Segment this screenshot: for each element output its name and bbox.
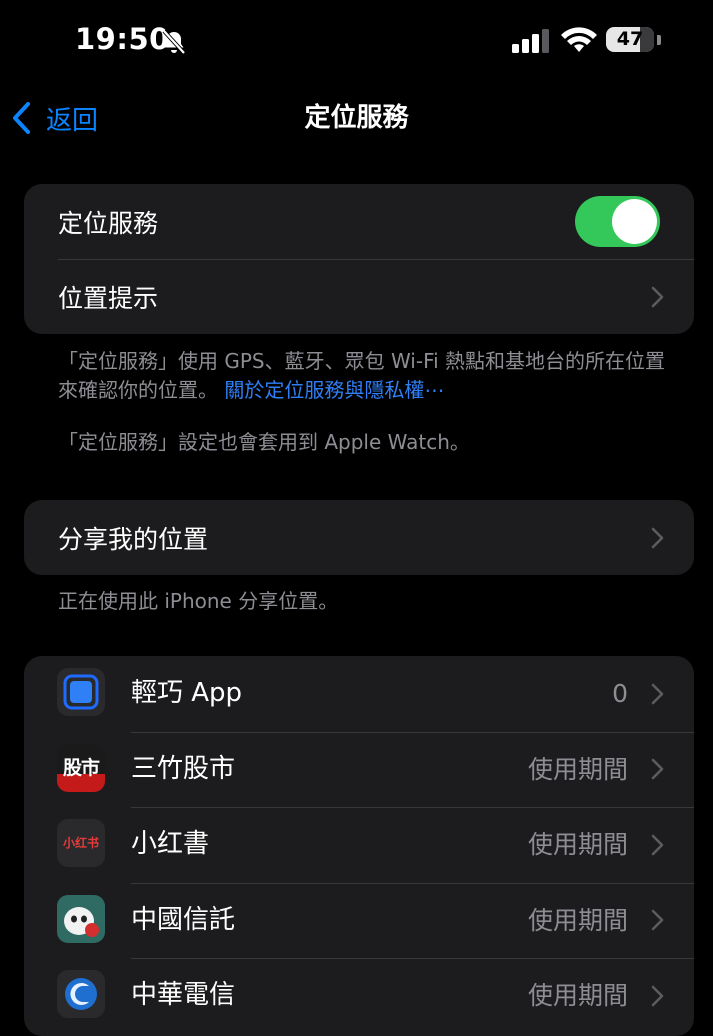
share-my-location-label: 分享我的位置 [58,524,209,554]
xiaohongshu-icon: 小红书 [57,819,105,867]
xiaohongshu-icon-text: 小红书 [62,836,99,850]
battery-level: 47 [616,28,644,50]
share-my-location-row[interactable]: 分享我的位置 [24,500,694,575]
location-alerts-row[interactable]: 位置提示 [24,259,694,334]
apple-watch-note: 「定位服務」設定也會套用到 Apple Watch。 [58,430,470,454]
app-row-chunghwa[interactable]: 中華電信 使用期間 [24,958,694,1034]
share-location-note: 正在使用此 iPhone 分享位置。 [58,589,339,613]
privacy-link[interactable]: 關於定位服務與隱私權⋯ [224,378,444,402]
location-services-toggle[interactable] [575,196,660,247]
location-services-label: 定位服務 [58,208,159,238]
app-row-qingqiao[interactable]: 輕巧 App 0 [24,656,694,732]
chevron-right-icon [651,834,664,856]
status-time: 19:50 [75,22,170,56]
app-location-access: 使用期間 [527,905,628,935]
wifi-icon [561,27,597,52]
app-location-access: 0 [612,679,628,708]
app-name: 中華電信 [131,980,236,1010]
bell-slash-icon [162,29,186,55]
location-services-row: 定位服務 [24,184,694,259]
chevron-right-icon [651,286,664,307]
chevron-right-icon [651,985,664,1007]
share-location-group: 分享我的位置 [24,500,694,575]
sanzhu-icon-text: 股市 [62,756,100,779]
location-services-description: 「定位服務」使用 GPS、藍牙、眾包 Wi-Fi 熱點和基地台的所在位置來確認你… [58,347,678,405]
toggle-knob [612,199,657,244]
qingqiao-app-icon [57,668,105,716]
apps-list: 輕巧 App 0 股市 三竹股市 使用期間 小红书 小红書 使用期間 中國信託 … [24,656,694,1036]
status-bar: 19:50 47 [0,0,713,80]
app-location-access: 使用期間 [527,981,628,1010]
location-alerts-label: 位置提示 [58,283,159,313]
sanzhu-stock-icon: 股市 [57,743,105,792]
battery-icon: 47 [606,27,661,54]
location-settings-group: 定位服務 位置提示 [24,184,694,334]
app-name: 小红書 [131,829,210,859]
app-name: 三竹股市 [131,753,236,784]
app-location-access: 使用期間 [527,830,628,859]
app-location-access: 使用期間 [527,754,628,784]
app-name: 輕巧 App [131,678,243,708]
row-divider [58,259,694,260]
chevron-right-icon [651,527,664,548]
app-row-sanzhu[interactable]: 股市 三竹股市 使用期間 [24,731,694,808]
chunghwa-telecom-icon [57,970,105,1018]
page-title: 定位服務 [304,103,409,133]
chevron-right-icon [651,683,664,705]
chevron-right-icon [651,909,664,931]
chevron-right-icon [651,758,664,780]
app-row-ctbc[interactable]: 中國信託 使用期間 [24,882,694,959]
app-name: 中國信託 [131,904,236,935]
app-row-xiaohongshu[interactable]: 小红书 小红書 使用期間 [24,807,694,883]
ctbc-mascot-icon [57,894,105,943]
cellular-signal-icon [512,29,549,53]
